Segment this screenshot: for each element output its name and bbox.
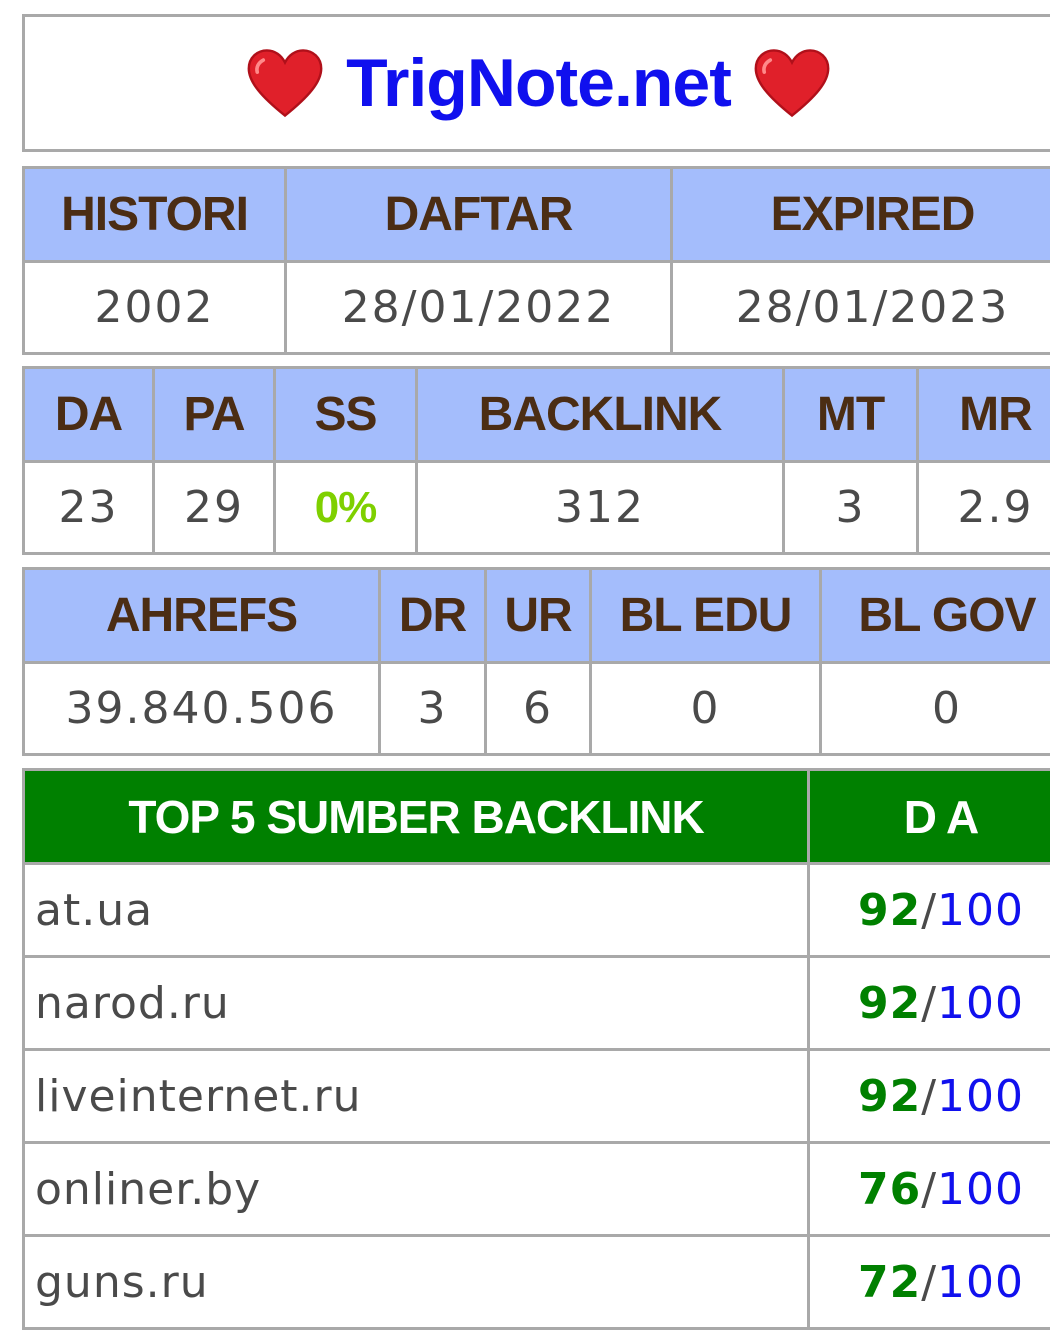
mr-value: 2.9 <box>916 460 1050 555</box>
heart-icon <box>247 49 323 118</box>
table-row: onliner.by 76/100 <box>22 1141 1050 1237</box>
score-value: 92 <box>857 1070 922 1122</box>
domain-dates-table: HISTORI DAFTAR EXPIRED 2002 28/01/2022 2… <box>22 166 1050 355</box>
backlink-source: guns.ru <box>22 1234 810 1330</box>
header-ahrefs: AHREFS <box>22 567 381 664</box>
header-top-sources: TOP 5 SUMBER BACKLINK <box>22 768 810 865</box>
score-separator: / <box>921 1256 938 1308</box>
heart-icon <box>754 49 830 118</box>
table-row: narod.ru 92/100 <box>22 955 1050 1051</box>
backlink-score: 92/100 <box>807 1048 1050 1144</box>
table-row: liveinternet.ru 92/100 <box>22 1048 1050 1144</box>
header-backlink: BACKLINK <box>415 366 785 463</box>
bl-gov-value: 0 <box>819 661 1050 756</box>
pa-value: 29 <box>152 460 276 555</box>
header-mt: MT <box>782 366 919 463</box>
histori-value: 2002 <box>22 260 287 355</box>
backlink-source: at.ua <box>22 862 810 958</box>
site-header: TrigNote.net <box>22 14 1050 152</box>
header-da: DA <box>22 366 155 463</box>
header-bl-gov: BL GOV <box>819 567 1050 664</box>
header-da-score: D A <box>807 768 1050 865</box>
backlink-value: 312 <box>415 460 785 555</box>
header-dr: DR <box>378 567 487 664</box>
header-pa: PA <box>152 366 276 463</box>
score-separator: / <box>921 1070 938 1122</box>
spam-score-value: 0% <box>314 483 378 532</box>
score-separator: / <box>921 884 938 936</box>
score-separator: / <box>921 1163 938 1215</box>
top-backlinks-table: TOP 5 SUMBER BACKLINK D A at.ua 92/100 n… <box>22 768 1050 1330</box>
backlink-source: narod.ru <box>22 955 810 1051</box>
score-max: 100 <box>937 884 1025 936</box>
backlink-score: 72/100 <box>807 1234 1050 1330</box>
dr-value: 3 <box>378 661 487 756</box>
site-name[interactable]: TrigNote.net <box>346 44 732 122</box>
score-max: 100 <box>937 1163 1025 1215</box>
header-ur: UR <box>484 567 592 664</box>
moz-metrics-table: DA PA SS BACKLINK MT MR 23 29 0% 312 3 2… <box>22 366 1050 555</box>
score-max: 100 <box>937 1070 1025 1122</box>
table-row: guns.ru 72/100 <box>22 1234 1050 1330</box>
mt-value: 3 <box>782 460 919 555</box>
score-max: 100 <box>937 977 1025 1029</box>
backlink-score: 92/100 <box>807 862 1050 958</box>
daftar-value: 28/01/2022 <box>284 260 673 355</box>
score-max: 100 <box>937 1256 1025 1308</box>
score-value: 76 <box>857 1163 922 1215</box>
backlink-score: 92/100 <box>807 955 1050 1051</box>
header-ss: SS <box>273 366 418 463</box>
da-value: 23 <box>22 460 155 555</box>
header-histori: HISTORI <box>22 166 287 263</box>
ur-value: 6 <box>484 661 592 756</box>
header-daftar: DAFTAR <box>284 166 673 263</box>
ahrefs-metrics-table: AHREFS DR UR BL EDU BL GOV 39.840.506 3 … <box>22 567 1050 756</box>
header-bl-edu: BL EDU <box>589 567 822 664</box>
header-mr: MR <box>916 366 1050 463</box>
backlink-score: 76/100 <box>807 1141 1050 1237</box>
ahrefs-rank-value: 39.840.506 <box>22 661 381 756</box>
bl-edu-value: 0 <box>589 661 822 756</box>
header-expired: EXPIRED <box>670 166 1050 263</box>
backlink-source: onliner.by <box>22 1141 810 1237</box>
backlink-source: liveinternet.ru <box>22 1048 810 1144</box>
score-value: 92 <box>857 977 922 1029</box>
score-value: 72 <box>857 1256 922 1308</box>
table-row: at.ua 92/100 <box>22 862 1050 958</box>
site-title-group: TrigNote.net <box>246 44 831 122</box>
score-separator: / <box>921 977 938 1029</box>
score-value: 92 <box>857 884 922 936</box>
expired-value: 28/01/2023 <box>670 260 1050 355</box>
ss-value: 0% <box>273 460 418 555</box>
